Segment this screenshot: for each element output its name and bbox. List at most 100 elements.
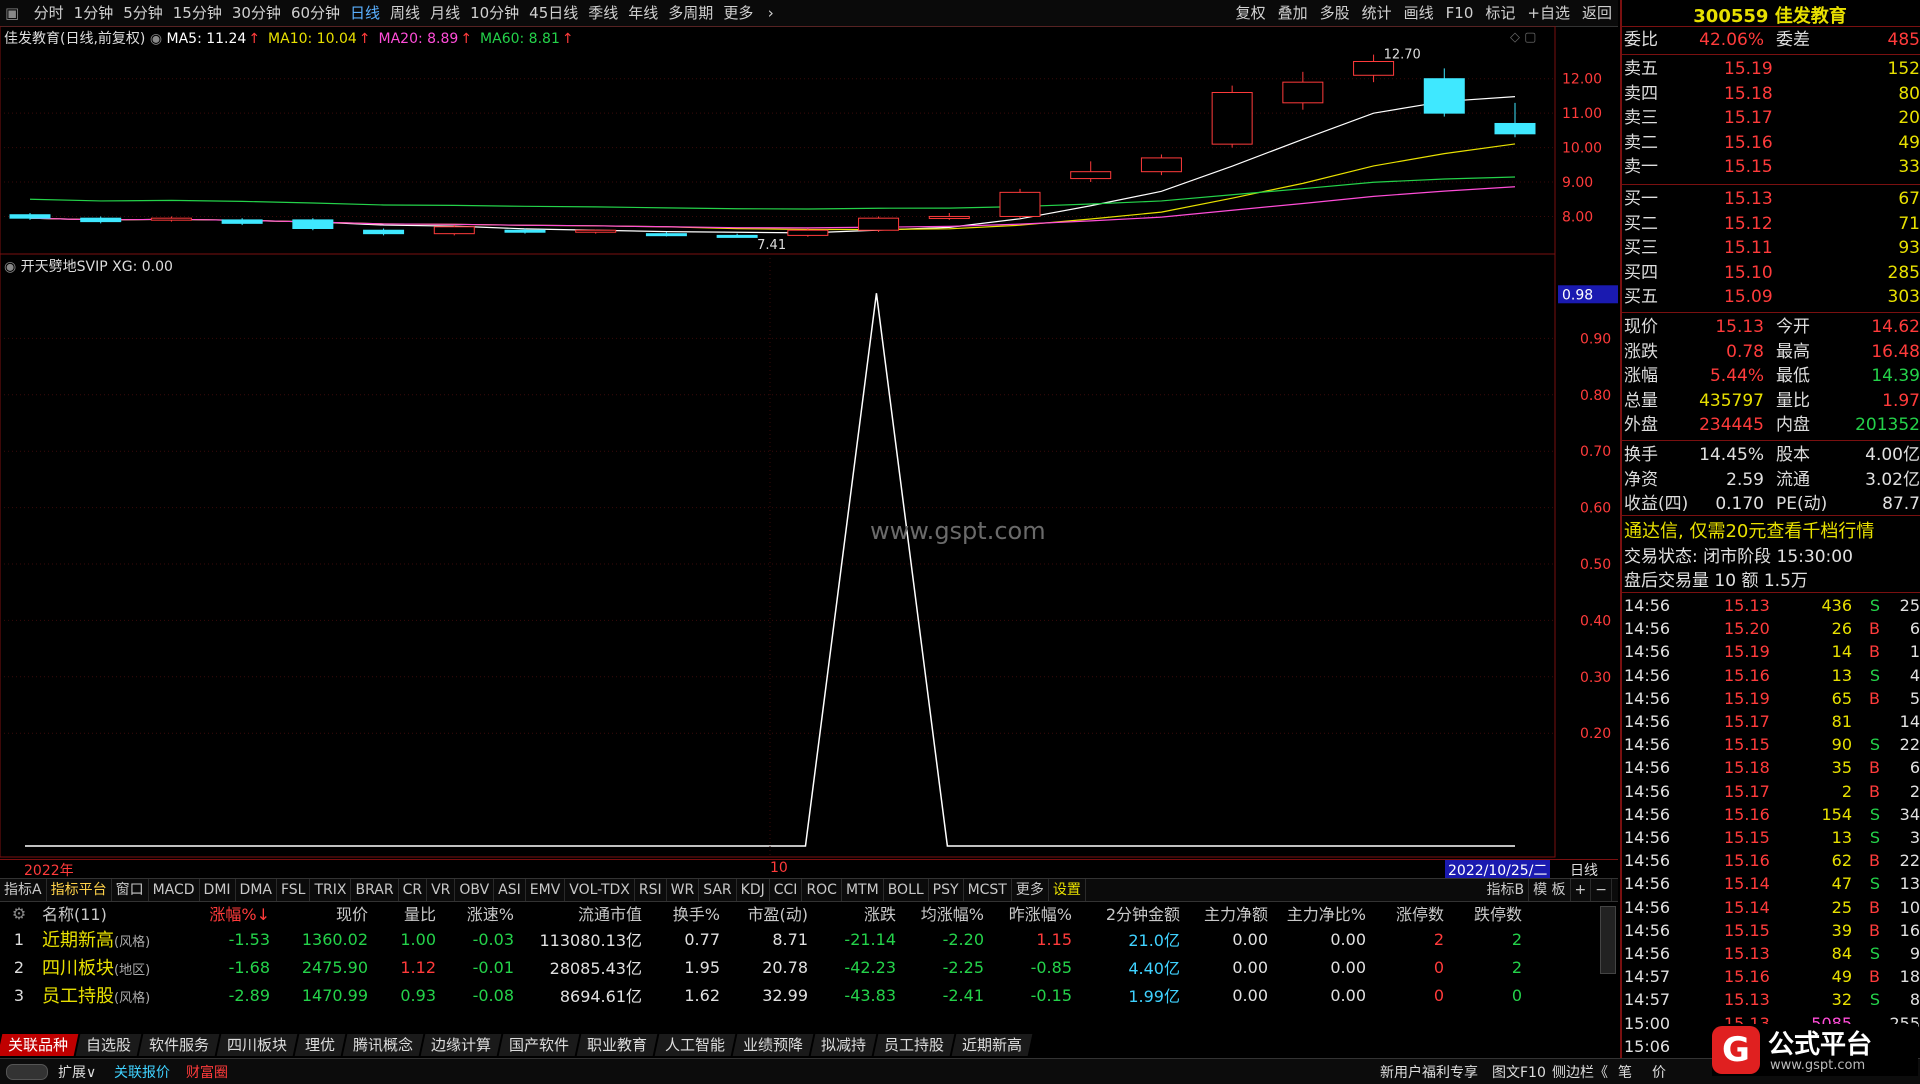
column-header-9[interactable]: 均涨幅% — [900, 901, 988, 925]
indicator-tab-10[interactable]: VR — [427, 879, 456, 901]
column-header-1[interactable]: 涨幅%↓ — [196, 901, 274, 925]
sector-tab-5[interactable]: 腾讯概念 — [342, 1034, 424, 1056]
column-header-2[interactable]: 现价 — [274, 901, 372, 925]
indicator-tab-21[interactable]: MTM — [842, 879, 884, 901]
indicator-tab-18[interactable]: KDJ — [737, 879, 770, 901]
column-header-7[interactable]: 市盈(动) — [724, 901, 812, 925]
tool-button-1[interactable]: 叠加 — [1272, 0, 1314, 26]
indicator-tab-3[interactable]: MACD — [149, 879, 200, 901]
table-row[interactable]: 1 近期新高(风格) -1.53 1360.02 1.00 -0.03 113080.13亿… — [0, 925, 1526, 953]
indicator-tab-0[interactable]: 指标A — [0, 879, 47, 901]
indicator-tab-20[interactable]: ROC — [802, 879, 842, 901]
period-12[interactable]: 年线 — [623, 0, 663, 26]
toggle-switch[interactable] — [6, 1064, 48, 1080]
period-14[interactable]: 更多 — [718, 0, 758, 26]
bid-row[interactable]: 买四 15.10 285 — [1624, 261, 1920, 285]
period-10[interactable]: 45日线 — [524, 0, 583, 26]
sector-tab-1[interactable]: 自选股 — [75, 1034, 142, 1056]
period-6[interactable]: 日线 — [345, 0, 385, 26]
column-header-15[interactable]: 跌停数 — [1448, 901, 1526, 925]
period-8[interactable]: 月线 — [425, 0, 465, 26]
sector-tab-4[interactable]: 理优 — [294, 1034, 346, 1056]
indicator-tab-7[interactable]: TRIX — [310, 879, 352, 901]
tool-button-4[interactable]: 画线 — [1398, 0, 1440, 26]
tool-button-0[interactable]: 复权 — [1230, 0, 1272, 26]
status-left-2[interactable]: 财富圈 — [186, 1062, 228, 1082]
sector-tab-0[interactable]: 关联品种 — [0, 1034, 79, 1056]
table-row[interactable]: 2 四川板块(地区) -1.68 2475.90 1.12 -0.01 28085.43亿 1… — [0, 953, 1526, 981]
period-9[interactable]: 10分钟 — [465, 0, 524, 26]
column-header-12[interactable]: 主力净额 — [1184, 901, 1272, 925]
sector-tab-8[interactable]: 职业教育 — [576, 1034, 658, 1056]
column-header-0[interactable]: 名称(11) — [38, 901, 196, 925]
tool-button-6[interactable]: 标记 — [1479, 0, 1521, 26]
status-left-1[interactable]: 关联报价 — [114, 1062, 170, 1082]
indicator-tab-6[interactable]: FSL — [277, 879, 311, 901]
indicator-tab-23[interactable]: PSY — [929, 879, 964, 901]
tool-button-3[interactable]: 统计 — [1356, 0, 1398, 26]
period-5[interactable]: 60分钟 — [286, 0, 345, 26]
indicator-tab-9[interactable]: CR — [399, 879, 428, 901]
indicator-toggle-icon[interactable]: ◉ — [4, 259, 16, 275]
period-2[interactable]: 5分钟 — [118, 0, 168, 26]
sector-tab-9[interactable]: 人工智能 — [654, 1034, 736, 1056]
ask-row[interactable]: 卖四 15.18 80 — [1624, 82, 1920, 106]
more-arrow-icon[interactable]: › — [763, 0, 779, 26]
sector-name-cell[interactable]: 员工持股(风格) — [38, 981, 196, 1009]
candlestick-chart[interactable]: 12.00 11.00 10.00 9.00 8.00 12.70 7.41 — [0, 26, 1618, 256]
ask-row[interactable]: 卖五 15.19 152 — [1624, 57, 1920, 81]
column-header-10[interactable]: 昨涨幅% — [988, 901, 1076, 925]
column-header-14[interactable]: 涨停数 — [1370, 901, 1448, 925]
indicator-tab-4[interactable]: DMI — [200, 879, 236, 901]
ask-row[interactable]: 卖三 15.17 20 — [1624, 106, 1920, 130]
table-scrollbar[interactable] — [1600, 906, 1616, 974]
sector-tab-12[interactable]: 员工持股 — [873, 1034, 955, 1056]
column-header-11[interactable]: 2分钟金额 — [1076, 901, 1184, 925]
indicator-tab-5[interactable]: DMA — [236, 879, 277, 901]
ask-row[interactable]: 卖二 15.16 49 — [1624, 131, 1920, 155]
indicator-tab-17[interactable]: SAR — [699, 879, 737, 901]
status-right-1[interactable]: 图文F10 — [1492, 1062, 1546, 1082]
indicator-tab-14[interactable]: VOL-TDX — [565, 879, 635, 901]
status-right-2[interactable]: 侧边栏《 — [1552, 1062, 1608, 1082]
column-header-13[interactable]: 主力净比% — [1272, 901, 1370, 925]
indicator-tab-8[interactable]: BRAR — [351, 879, 399, 901]
ask-row[interactable]: 卖一 15.15 33 — [1624, 155, 1920, 179]
promo-link[interactable]: 通达信, 仅需20元查看千档行情 — [1624, 517, 1874, 543]
column-header-5[interactable]: 流通市值 — [518, 901, 646, 925]
tool-button-8[interactable]: 返回 — [1576, 0, 1618, 26]
period-11[interactable]: 季线 — [583, 0, 623, 26]
sector-tab-2[interactable]: 软件服务 — [138, 1034, 220, 1056]
indicator-tab-15[interactable]: RSI — [635, 879, 667, 901]
indicator-right-tab-1[interactable]: 模 板 — [1529, 879, 1571, 901]
column-header-6[interactable]: 换手% — [646, 901, 724, 925]
indicator-tab-1[interactable]: 指标平台 — [47, 879, 112, 901]
indicator-right-tab-3[interactable]: − — [1591, 879, 1612, 901]
indicator-tab-25[interactable]: 更多 — [1012, 879, 1049, 901]
status-right-0[interactable]: 新用户福利专享 — [1380, 1062, 1478, 1082]
indicator-right-tab-2[interactable]: + — [1571, 879, 1592, 901]
status-left-0[interactable]: 扩展∨ — [58, 1062, 96, 1082]
tool-button-2[interactable]: 多股 — [1314, 0, 1356, 26]
sector-name-cell[interactable]: 近期新高(风格) — [38, 925, 196, 953]
indicator-tab-22[interactable]: BOLL — [884, 879, 929, 901]
sector-tab-13[interactable]: 近期新高 — [951, 1034, 1033, 1056]
bid-row[interactable]: 买二 15.12 71 — [1624, 212, 1920, 236]
sector-tab-11[interactable]: 拟减持 — [810, 1034, 877, 1056]
sector-tab-6[interactable]: 边缘计算 — [420, 1034, 502, 1056]
window-menu-icon[interactable]: ▣ — [0, 0, 24, 26]
status-right-3[interactable]: 笔 — [1618, 1062, 1632, 1082]
sector-tab-7[interactable]: 国产软件 — [498, 1034, 580, 1056]
column-header-4[interactable]: 涨速% — [440, 901, 518, 925]
bid-row[interactable]: 买一 15.13 67 — [1624, 187, 1920, 211]
sector-tab-10[interactable]: 业绩预降 — [732, 1034, 814, 1056]
indicator-tab-13[interactable]: EMV — [526, 879, 566, 901]
bid-row[interactable]: 买五 15.09 303 — [1624, 285, 1920, 309]
status-right-4[interactable]: 价 — [1652, 1062, 1666, 1082]
sector-tab-3[interactable]: 四川板块 — [216, 1034, 298, 1056]
period-0[interactable]: 分时 — [29, 0, 69, 26]
bid-row[interactable]: 买三 15.11 93 — [1624, 236, 1920, 260]
indicator-tab-11[interactable]: OBV — [455, 879, 495, 901]
column-header-3[interactable]: 量比 — [372, 901, 440, 925]
indicator-tab-19[interactable]: CCI — [770, 879, 803, 901]
